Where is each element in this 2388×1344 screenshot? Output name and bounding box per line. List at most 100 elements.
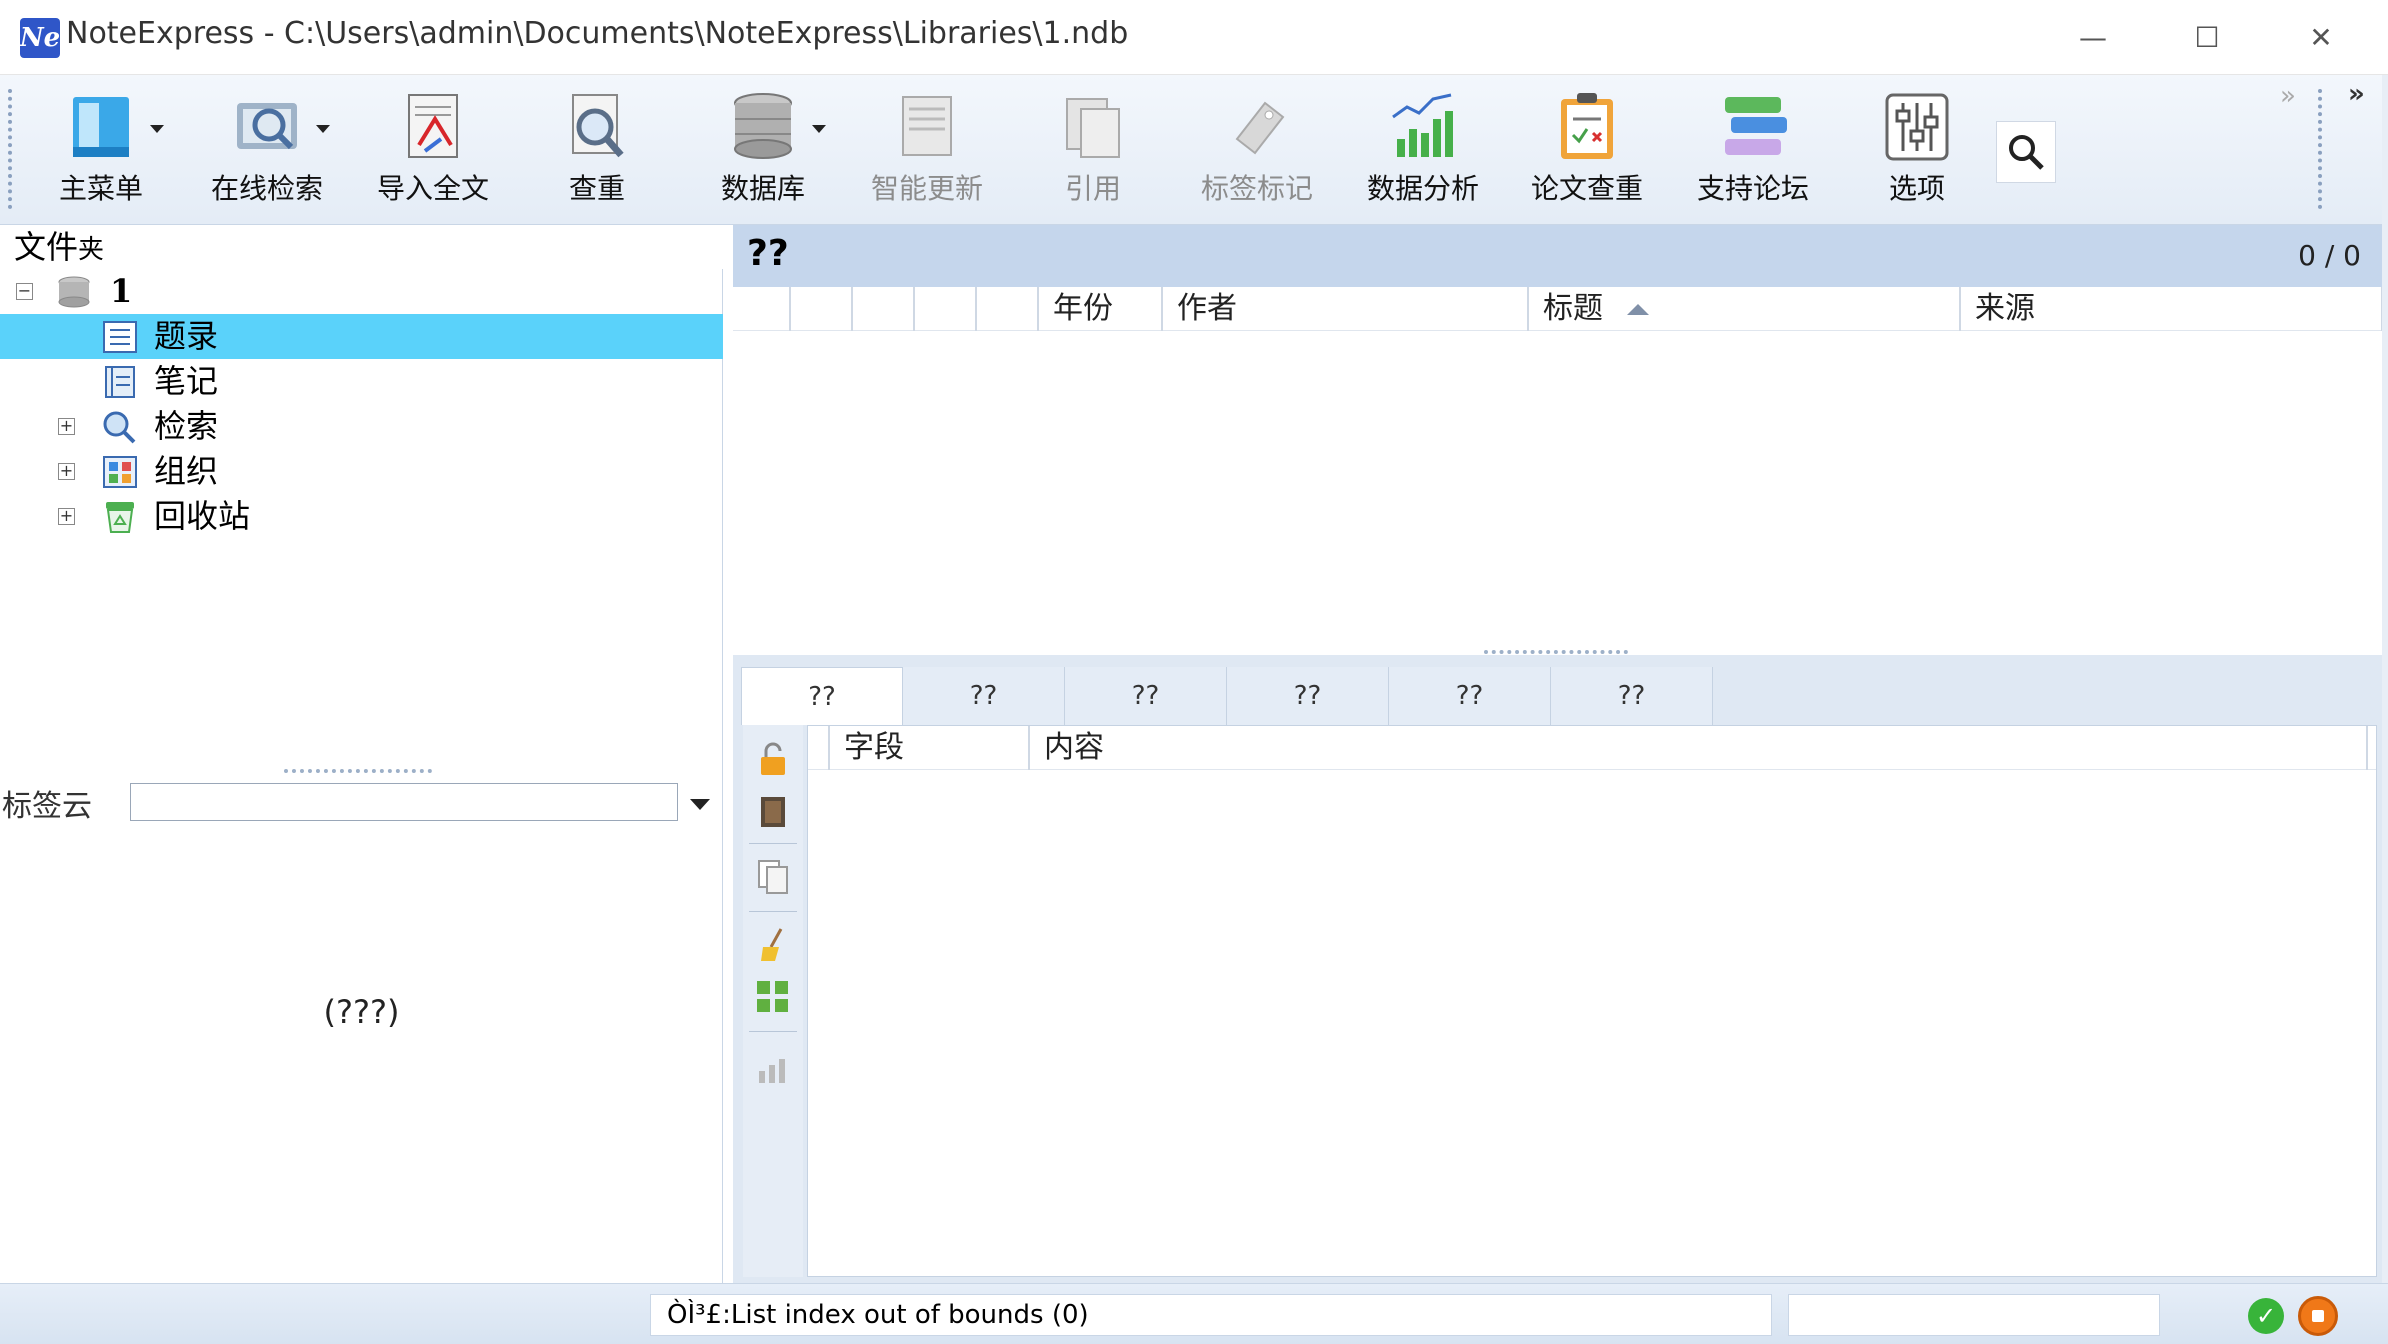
database-icon: [725, 89, 801, 165]
lock-icon[interactable]: [753, 739, 793, 779]
data-analysis-button[interactable]: 数据分析: [1348, 89, 1498, 213]
column-content[interactable]: 内容: [1028, 726, 2368, 770]
detail-side-toolbar: [743, 725, 803, 1277]
column-icon-3[interactable]: [913, 287, 975, 331]
reference-list[interactable]: [733, 331, 2383, 649]
data-analysis-icon: [1385, 89, 1461, 165]
chevron-down-icon[interactable]: [690, 799, 710, 810]
column-author[interactable]: 作者: [1161, 287, 1527, 331]
tree-item-library[interactable]: − 1: [0, 269, 723, 314]
tab-6[interactable]: ??: [1551, 667, 1713, 725]
toolbar-overflow-icon[interactable]: »: [2280, 81, 2296, 111]
online-search-icon: [229, 89, 305, 165]
tree-item-organize[interactable]: + 组织: [0, 449, 723, 494]
side-toolbar-divider: [749, 843, 797, 844]
minimize-button[interactable]: —: [2036, 0, 2150, 75]
paper-check-button[interactable]: 论文查重: [1512, 89, 1662, 213]
detail-pane: ?? ?? ?? ?? ?? ?? 字段 内容: [733, 655, 2383, 1283]
toolbar-grip[interactable]: [8, 89, 12, 209]
options-button[interactable]: 选项: [1842, 89, 1992, 213]
options-icon: [1879, 89, 1955, 165]
chart-icon[interactable]: [753, 1047, 793, 1087]
tree-item-search-label: 检索: [154, 407, 219, 445]
column-year[interactable]: 年份: [1037, 287, 1161, 331]
tag-cloud-label: 标签云: [2, 789, 92, 824]
broom-icon[interactable]: [753, 925, 793, 965]
tree-item-organize-label: 组织: [154, 452, 219, 490]
tree-item-library-label: 1: [110, 272, 133, 310]
duplicate-check-label: 查重: [568, 172, 625, 205]
column-field[interactable]: 字段: [828, 726, 1028, 770]
folder-tree: − 1 题录 笔记 + 检索 + 组织 + 回收站: [0, 269, 723, 539]
folder-pane: 文件夹 − 1 题录 笔记 + 检索 + 组织 + 回收站 标签云 (???): [0, 225, 723, 1283]
tab-2[interactable]: ??: [903, 667, 1065, 725]
organize-icon: [102, 455, 138, 489]
tree-item-references[interactable]: 题录: [0, 314, 723, 359]
toolbar-grip-right[interactable]: [2318, 89, 2322, 209]
online-search-button[interactable]: 在线检索: [192, 89, 342, 213]
tab-5[interactable]: ??: [1389, 667, 1551, 725]
import-fulltext-label: 导入全文: [376, 172, 489, 205]
smart-update-button[interactable]: 智能更新: [852, 89, 1002, 213]
maximize-button[interactable]: ☐: [2150, 0, 2264, 75]
data-analysis-label: 数据分析: [1366, 172, 1479, 205]
horizontal-splitter[interactable]: [284, 769, 432, 775]
expand-icon[interactable]: +: [58, 508, 75, 525]
folder-pane-header: 文件夹: [0, 225, 723, 269]
tree-item-search[interactable]: + 检索: [0, 404, 723, 449]
tree-item-recycle-bin-label: 回收站: [154, 497, 251, 535]
search-icon: [102, 410, 138, 444]
collapse-icon[interactable]: −: [16, 283, 33, 300]
column-icon-2[interactable]: [851, 287, 913, 331]
cite-button[interactable]: 引用: [1018, 89, 1168, 213]
tab-1[interactable]: ??: [741, 667, 903, 725]
column-icon-1[interactable]: [789, 287, 851, 331]
paper-check-icon: [1549, 89, 1625, 165]
window-title: NoteExpress - C:\Users\admin\Documents\N…: [66, 16, 1129, 51]
database-button[interactable]: 数据库: [688, 89, 838, 213]
expand-icon[interactable]: +: [58, 418, 75, 435]
tag-mark-icon: [1219, 89, 1295, 165]
support-forum-button[interactable]: 支持论坛: [1678, 89, 1828, 213]
tab-3[interactable]: ??: [1065, 667, 1227, 725]
side-toolbar-divider: [749, 911, 797, 912]
toolbar-search-button[interactable]: [1996, 121, 2056, 183]
tree-item-references-label: 题录: [154, 317, 219, 355]
column-title[interactable]: 标题: [1527, 287, 1959, 331]
search-icon: [2009, 135, 2044, 170]
tag-cloud-empty-text: (???): [323, 993, 400, 1031]
tab-4[interactable]: ??: [1227, 667, 1389, 725]
main-menu-button[interactable]: 主菜单: [26, 89, 176, 213]
options-label: 选项: [1888, 172, 1945, 205]
folder-header-suffix: 夹: [78, 235, 105, 265]
cite-icon: [1055, 89, 1131, 165]
stop-icon[interactable]: [2298, 1296, 2338, 1336]
tag-mark-button[interactable]: 标签标记: [1182, 89, 1332, 213]
notes-icon: [102, 365, 138, 399]
side-toolbar-divider: [749, 1031, 797, 1032]
column-source[interactable]: 来源: [1959, 287, 2383, 331]
expand-icon[interactable]: +: [58, 463, 75, 480]
fields-panel[interactable]: 字段 内容: [807, 725, 2377, 1277]
tag-cloud-bar: 标签云: [0, 777, 723, 827]
smart-update-label: 智能更新: [870, 172, 983, 205]
status-secondary: [1788, 1294, 2160, 1336]
check-icon[interactable]: ✓: [2248, 1298, 2284, 1334]
chevron-down-icon[interactable]: [812, 125, 826, 133]
close-button[interactable]: ✕: [2264, 0, 2378, 75]
tag-cloud-input[interactable]: [130, 783, 678, 821]
book-icon[interactable]: [753, 791, 793, 831]
column-icon-4[interactable]: [975, 287, 1037, 331]
folder-header-title: 文件: [14, 228, 79, 266]
tree-item-notes[interactable]: 笔记: [0, 359, 723, 404]
grid-icon[interactable]: [753, 977, 793, 1017]
import-fulltext-button[interactable]: 导入全文: [358, 89, 508, 213]
duplicate-check-button[interactable]: 查重: [522, 89, 672, 213]
chevron-down-icon[interactable]: [316, 125, 330, 133]
reference-column-header: 年份 作者 标题 来源: [733, 287, 2383, 331]
copy-icon[interactable]: [753, 857, 793, 897]
list-title: ??: [747, 233, 789, 274]
tree-item-recycle-bin[interactable]: + 回收站: [0, 494, 723, 539]
toolbar-chevron-icon[interactable]: »: [2348, 79, 2365, 109]
chevron-down-icon[interactable]: [150, 125, 164, 133]
